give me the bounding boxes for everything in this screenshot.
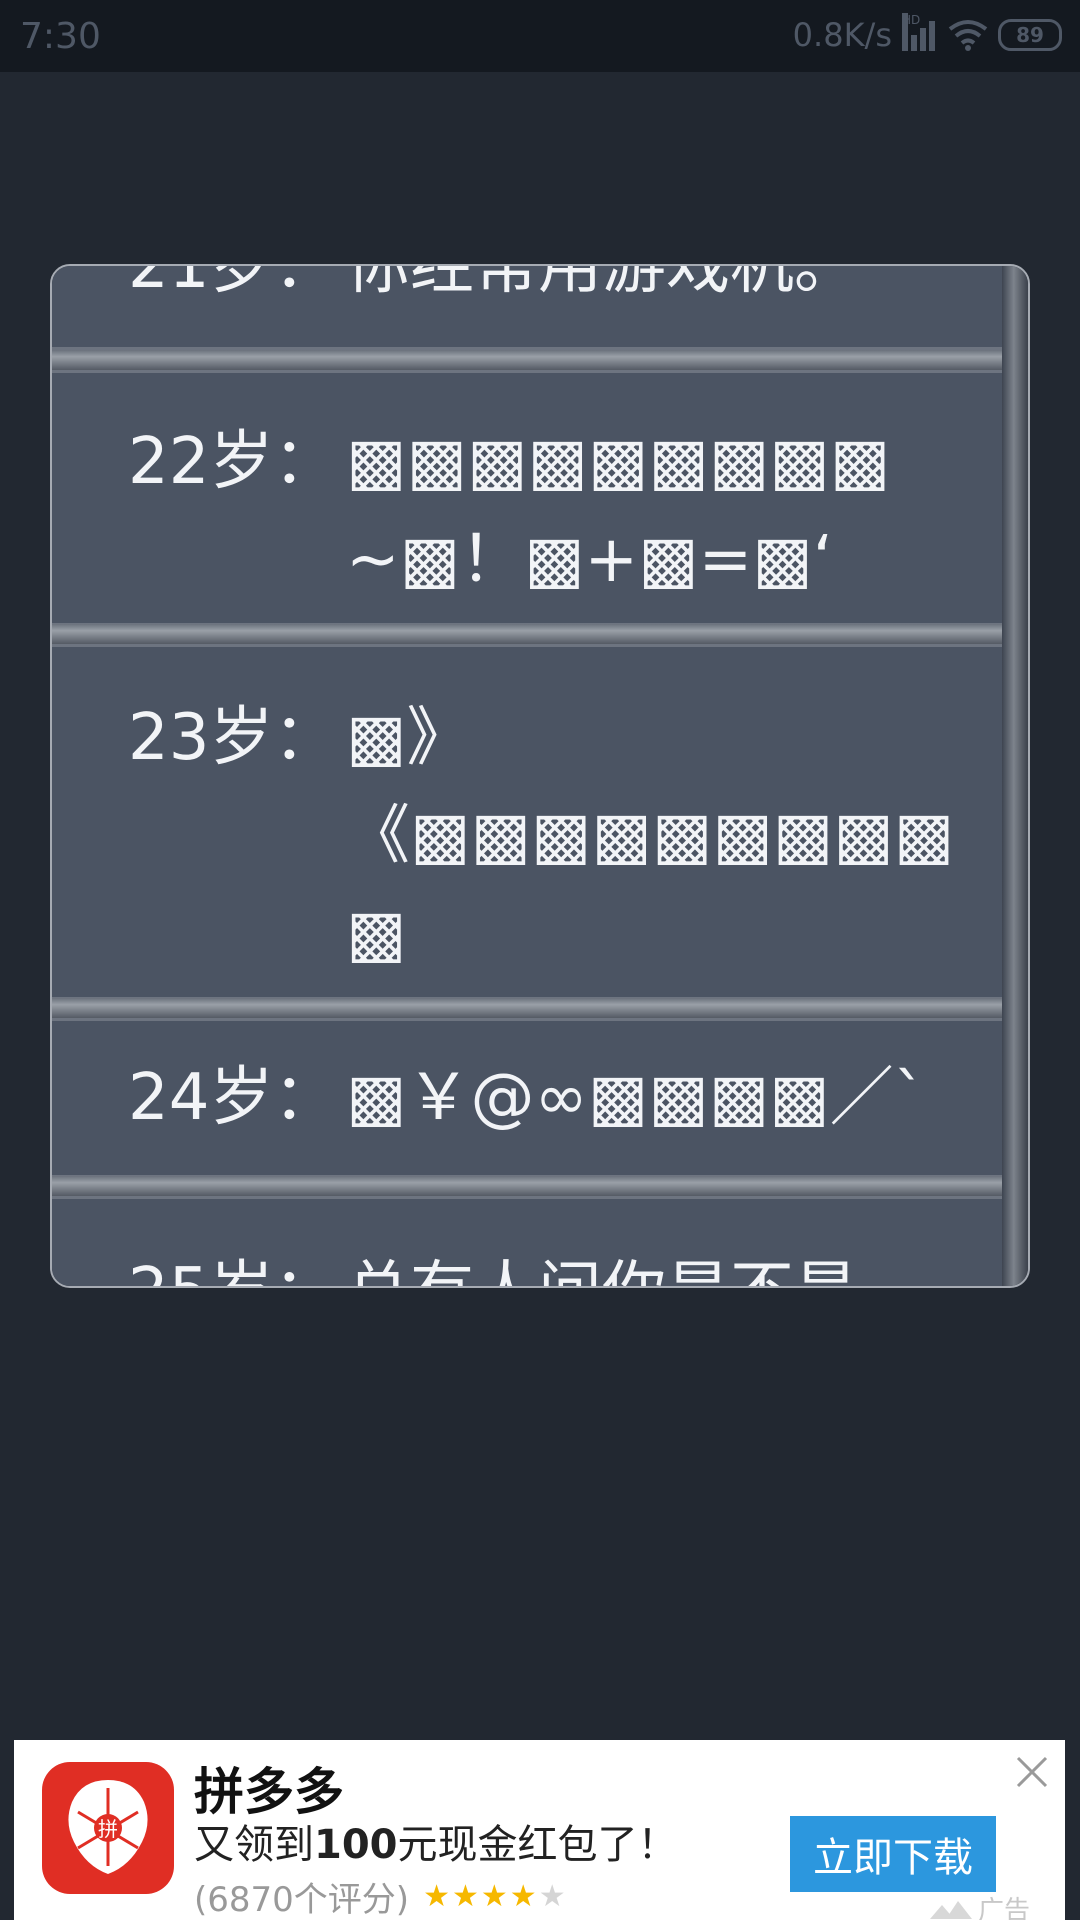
item-content: 你经常用游戏机。 [346,264,858,303]
signal-icon: HD [902,13,938,51]
item-content: 总有人问你是不是 [346,1255,858,1286]
item-age: 21岁： [128,264,338,303]
download-button[interactable]: 立即下载 [790,1816,996,1892]
list-item[interactable]: 23岁： ▩》《▩▩▩▩▩▩▩▩▩ ▩ [52,644,1002,1000]
item-content-line: ▩》 [346,701,471,775]
list-item[interactable]: 25岁：总有人问你是不是 [52,1196,1002,1286]
item-content-line: ~▩！▩+▩=▩‘ [346,523,834,597]
app-logo-icon[interactable]: 拼 [42,1762,174,1894]
item-content-line: ▩▩▩▩▩▩▩▩▩ [346,425,891,499]
ad-subtitle-prefix: 又领到 [194,1822,314,1868]
divider [52,624,1002,646]
divider [52,1176,1002,1198]
ad-subtitle-amount: 100 [314,1822,398,1868]
ad-rating: (6870个评分) ★ ★ ★ ★ ★ [194,1872,566,1920]
list-item[interactable]: 22岁： ▩▩▩▩▩▩▩▩▩ ~▩！▩+▩=▩‘ [52,370,1002,626]
age-list-panel[interactable]: 21岁： 你经常用游戏机。 22岁： ▩▩▩▩▩▩▩▩▩ ~▩！▩+▩=▩‘ 23岁：… [50,264,1030,1288]
network-speed: 0.8K/s [792,16,892,54]
list-item[interactable]: 21岁： 你经常用游戏机。 [52,264,1002,350]
star-filled-icon: ★ [423,1879,450,1914]
star-filled-icon: ★ [480,1879,508,1914]
item-age: 23岁： [128,701,338,775]
ad-title: 拼多多 [194,1763,344,1821]
status-time: 7:30 [20,16,101,57]
close-icon[interactable] [1012,1752,1052,1792]
rating-count: (6870个评分) [194,1880,410,1920]
ad-subtitle: 又领到100元现金红包了！ [194,1820,678,1870]
star-filled-icon: ★ [509,1879,537,1914]
star-empty-icon: ★ [538,1879,566,1914]
ad-subtitle-suffix: 元现金红包了！ [397,1822,678,1868]
divider [52,998,1002,1020]
item-content-line: 《▩▩▩▩▩▩▩▩▩ [346,799,955,873]
item-age: 22岁： [128,425,338,499]
star-filled-icon: ★ [451,1879,479,1914]
divider [52,350,1002,372]
pinduoduo-logo-icon: 拼 [68,1780,148,1874]
wifi-icon [948,20,988,51]
item-content: ▩￥@∞▩▩▩▩／` [346,1061,926,1135]
status-right: 0.8K/s HD 89 [792,13,1062,54]
rating-stars: ★ ★ ★ ★ ★ [423,1879,566,1914]
svg-text:拼: 拼 [98,1817,118,1841]
status-bar: 7:30 0.8K/s HD 89 [0,0,1080,72]
item-age: 25岁： [128,1243,346,1286]
item-content-line: ▩ [346,897,407,971]
ad-mark-icon [930,1900,972,1919]
list-item[interactable]: 24岁： ▩￥@∞▩▩▩▩／` [52,1018,1002,1178]
battery-icon: 89 [998,19,1062,51]
list-scroll-edge [1002,266,1028,1286]
ad-label: 广告 [928,1890,1030,1920]
ad-mark-text: 广告 [978,1896,1031,1920]
ad-banner[interactable]: 拼 拼多多 又领到100元现金红包了！ (6870个评分) ★ ★ ★ ★ ★ 立即下载… [14,1740,1065,1920]
item-age: 24岁： [128,1061,338,1135]
